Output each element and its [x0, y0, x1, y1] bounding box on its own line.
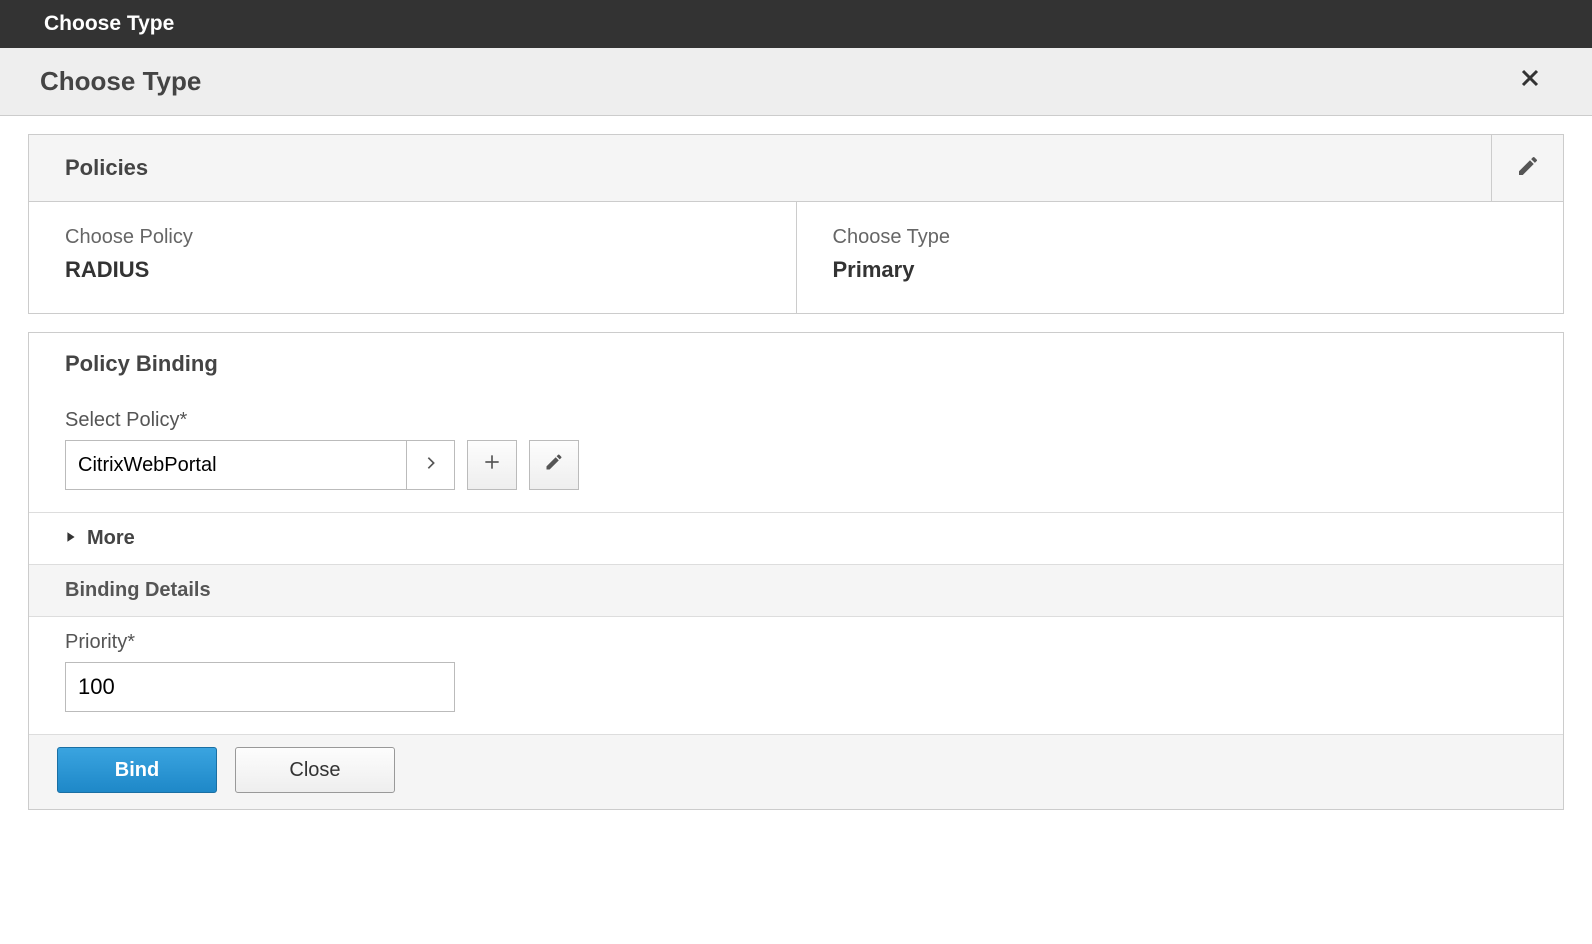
plus-icon — [482, 452, 502, 478]
select-policy-label: Select Policy* — [65, 409, 1527, 432]
top-bar-title: Choose Type — [44, 12, 174, 35]
choose-policy-value: RADIUS — [65, 257, 760, 283]
select-policy-row — [65, 440, 1527, 490]
edit-policy-button[interactable] — [529, 440, 579, 490]
add-policy-button[interactable] — [467, 440, 517, 490]
more-label: More — [87, 527, 135, 550]
priority-input[interactable] — [65, 662, 455, 712]
sub-header: Choose Type — [0, 48, 1592, 116]
choose-type-label: Choose Type — [833, 226, 1528, 249]
policy-binding-title: Policy Binding — [29, 333, 1563, 395]
choose-policy-label: Choose Policy — [65, 226, 760, 249]
policy-binding-panel: Policy Binding Select Policy* — [28, 332, 1564, 810]
policies-title: Policies — [29, 135, 184, 201]
priority-section: Priority* — [29, 617, 1563, 734]
more-toggle[interactable]: More — [29, 512, 1563, 564]
top-bar: Choose Type — [0, 0, 1592, 48]
pencil-icon — [544, 452, 564, 478]
sub-header-title: Choose Type — [40, 66, 201, 97]
pencil-icon — [1516, 154, 1540, 183]
select-policy-section: Select Policy* — [29, 395, 1563, 512]
select-policy-input[interactable] — [66, 441, 406, 489]
choose-type-col: Choose Type Primary — [796, 202, 1564, 313]
close-button[interactable]: Close — [235, 747, 395, 793]
select-policy-browse-button[interactable] — [406, 441, 454, 489]
choose-policy-col: Choose Policy RADIUS — [29, 202, 796, 313]
edit-policies-button[interactable] — [1491, 135, 1563, 201]
chevron-right-icon — [423, 455, 439, 476]
content: Policies Choose Policy RADIUS Choose Typ… — [0, 116, 1592, 846]
priority-label: Priority* — [65, 631, 1527, 654]
choose-type-value: Primary — [833, 257, 1528, 283]
footer-buttons: Bind Close — [29, 734, 1563, 809]
policies-header: Policies — [29, 135, 1563, 202]
caret-right-icon — [65, 530, 77, 548]
select-policy-field — [65, 440, 455, 490]
bind-button[interactable]: Bind — [57, 747, 217, 793]
close-icon[interactable] — [1508, 66, 1552, 97]
policies-panel: Policies Choose Policy RADIUS Choose Typ… — [28, 134, 1564, 314]
policies-body: Choose Policy RADIUS Choose Type Primary — [29, 202, 1563, 313]
binding-details-header: Binding Details — [29, 564, 1563, 617]
